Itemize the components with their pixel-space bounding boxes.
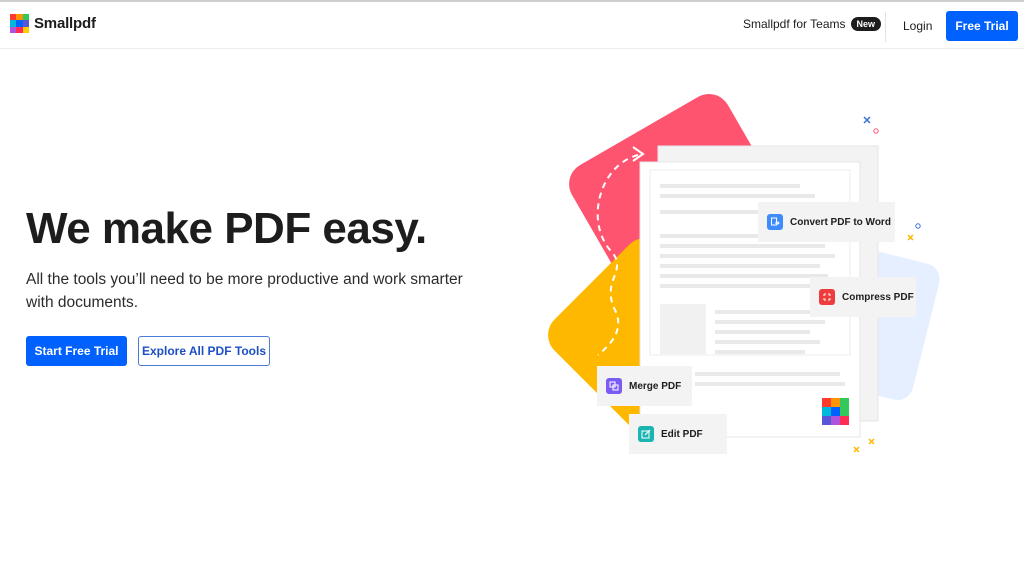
hero-subtitle: All the tools you’ll need to be more pro… bbox=[26, 271, 463, 311]
brand-logo[interactable]: Smallpdf bbox=[10, 14, 96, 33]
compress-pdf-card: Compress PDF bbox=[810, 277, 916, 317]
nav-divider bbox=[885, 12, 886, 42]
compress-label: Compress PDF bbox=[842, 291, 914, 303]
start-free-trial-button[interactable]: Start Free Trial bbox=[26, 336, 127, 366]
nav-link-teams[interactable]: Smallpdf for Teams New bbox=[743, 17, 882, 31]
document-logo-icon bbox=[822, 398, 849, 425]
edit-icon bbox=[638, 426, 654, 442]
illustration-art bbox=[548, 94, 940, 453]
merge-pdf-card: Merge PDF bbox=[597, 366, 692, 406]
new-badge: New bbox=[850, 17, 882, 31]
brand-name: Smallpdf bbox=[34, 15, 96, 32]
document-image-placeholder bbox=[660, 304, 706, 354]
merge-icon bbox=[606, 378, 622, 394]
login-link[interactable]: Login bbox=[903, 19, 932, 33]
explore-tools-button[interactable]: Explore All PDF Tools bbox=[138, 336, 270, 366]
logo-cell bbox=[22, 26, 29, 33]
site-header: Smallpdf Smallpdf for Teams New Login Fr… bbox=[0, 2, 1024, 49]
nav-teams-label: Smallpdf for Teams bbox=[743, 17, 846, 31]
edit-pdf-card: Edit PDF bbox=[629, 414, 727, 454]
hero-illustration: Convert PDF to Word Compress PDF Merge P… bbox=[540, 80, 960, 470]
smallpdf-logo-icon bbox=[10, 14, 29, 33]
merge-label: Merge PDF bbox=[629, 380, 682, 392]
free-trial-button[interactable]: Free Trial bbox=[946, 11, 1018, 41]
edit-label: Edit PDF bbox=[661, 428, 703, 440]
hero-title: We make PDF easy. bbox=[26, 204, 427, 253]
convert-icon bbox=[767, 214, 783, 230]
convert-pdf-to-word-card: Convert PDF to Word bbox=[758, 202, 895, 242]
compress-icon bbox=[819, 289, 835, 305]
convert-label: Convert PDF to Word bbox=[790, 216, 891, 228]
